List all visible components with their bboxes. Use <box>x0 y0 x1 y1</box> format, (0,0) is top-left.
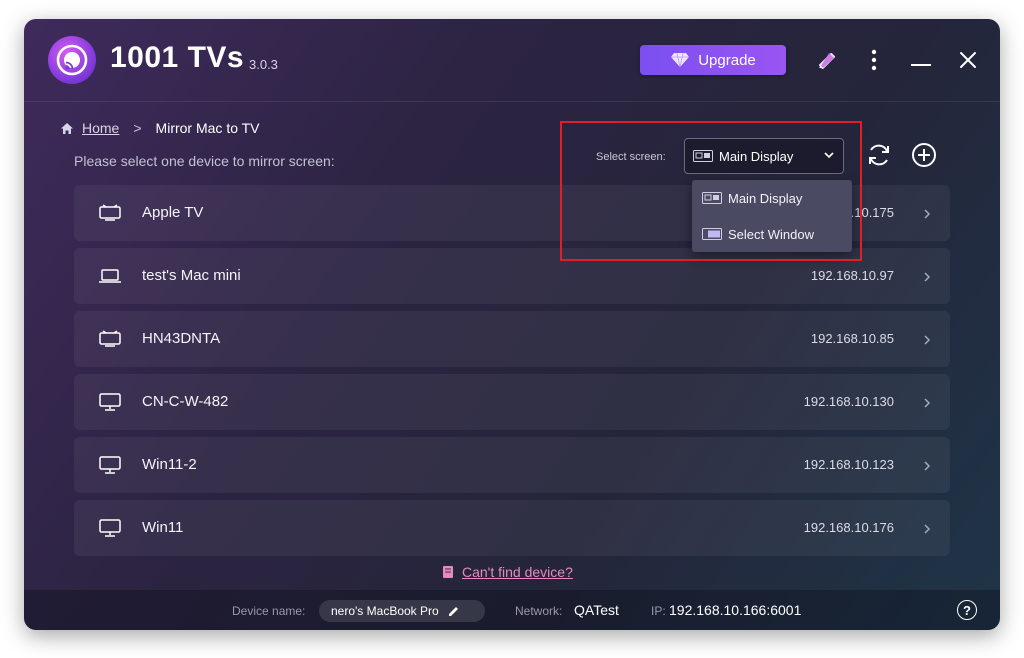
device-name: Win11 <box>142 519 184 536</box>
device-name-chip[interactable]: nero's MacBook Pro <box>319 600 485 622</box>
monitor-icon <box>98 392 122 412</box>
book-icon <box>442 565 454 579</box>
home-icon[interactable] <box>60 122 74 135</box>
chevron-right-icon <box>922 207 932 225</box>
chevron-right-icon <box>922 270 932 288</box>
plus-circle-icon[interactable] <box>909 140 939 170</box>
ip-value: 192.168.10.166:6001 <box>669 602 802 618</box>
network-value: QATest <box>574 602 619 618</box>
cant-find-device-link[interactable]: Can't find device? <box>462 564 573 580</box>
monitor-icon <box>98 455 122 475</box>
device-name-label: Device name: <box>232 604 306 618</box>
more-vertical-icon[interactable] <box>861 47 887 73</box>
app-title: 1001 TVs <box>110 41 245 74</box>
device-name: Apple TV <box>142 204 204 221</box>
minimize-icon[interactable] <box>908 47 934 73</box>
app-window: 1001 TVs 3.0.3 Upgrade Home > Mirror Mac… <box>24 19 1000 630</box>
device-name: HN43DNTA <box>142 330 221 347</box>
device-row[interactable]: HN43DNTA 192.168.10.85 <box>74 311 950 367</box>
select-device-prompt: Please select one device to mirror scree… <box>74 153 335 169</box>
tv-icon <box>98 329 122 349</box>
device-row[interactable]: Win11 192.168.10.176 <box>74 500 950 556</box>
app-version: 3.0.3 <box>249 57 278 72</box>
cast-logo-icon <box>48 36 96 84</box>
upgrade-label: Upgrade <box>698 51 756 69</box>
help-icon[interactable]: ? <box>957 600 977 620</box>
close-icon[interactable] <box>955 47 981 73</box>
refresh-icon[interactable] <box>864 140 894 170</box>
chevron-right-icon <box>922 396 932 414</box>
device-ip: 192.168.10.130 <box>803 394 894 409</box>
device-row[interactable]: CN-C-W-482 192.168.10.130 <box>74 374 950 430</box>
breadcrumb-home-link[interactable]: Home <box>82 120 119 136</box>
monitor-icon <box>98 518 122 538</box>
highlight-box <box>560 121 862 261</box>
laptop-icon <box>98 266 122 286</box>
cant-find-device[interactable]: Can't find device? <box>442 564 573 580</box>
tv-icon <box>98 203 122 223</box>
breadcrumb-current: Mirror Mac to TV <box>155 120 260 136</box>
chevron-right-icon <box>922 459 932 477</box>
ip-label: IP: <box>651 604 666 618</box>
status-footer: Device name: nero's MacBook Pro Network:… <box>24 589 1000 630</box>
upgrade-button[interactable]: Upgrade <box>640 45 786 75</box>
device-name: CN-C-W-482 <box>142 393 229 410</box>
chevron-right-icon <box>922 522 932 540</box>
device-name: test's Mac mini <box>142 267 241 284</box>
breadcrumb: Home > Mirror Mac to TV <box>60 119 260 137</box>
device-row[interactable]: Win11-2 192.168.10.123 <box>74 437 950 493</box>
diamond-icon <box>670 52 690 68</box>
device-name: Win11-2 <box>142 456 197 473</box>
device-ip: 192.168.10.176 <box>803 520 894 535</box>
device-ip: 192.168.10.85 <box>810 331 894 346</box>
network-label: Network: <box>515 604 563 618</box>
device-name-value: nero's MacBook Pro <box>331 604 439 618</box>
breadcrumb-separator: > <box>133 120 142 136</box>
pencil-ruler-icon[interactable] <box>814 47 840 73</box>
device-ip: 192.168.10.97 <box>810 268 894 283</box>
edit-icon[interactable] <box>447 605 460 618</box>
title-bar: 1001 TVs 3.0.3 Upgrade <box>24 19 1000 102</box>
chevron-right-icon <box>922 333 932 351</box>
device-ip: 192.168.10.123 <box>803 457 894 472</box>
